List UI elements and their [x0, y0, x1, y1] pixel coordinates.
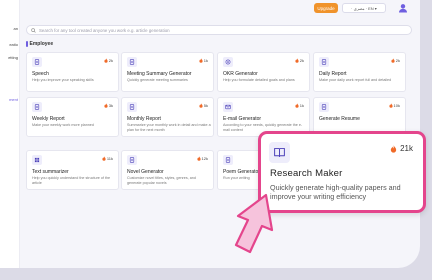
pointer-arrow-icon: [234, 193, 274, 254]
